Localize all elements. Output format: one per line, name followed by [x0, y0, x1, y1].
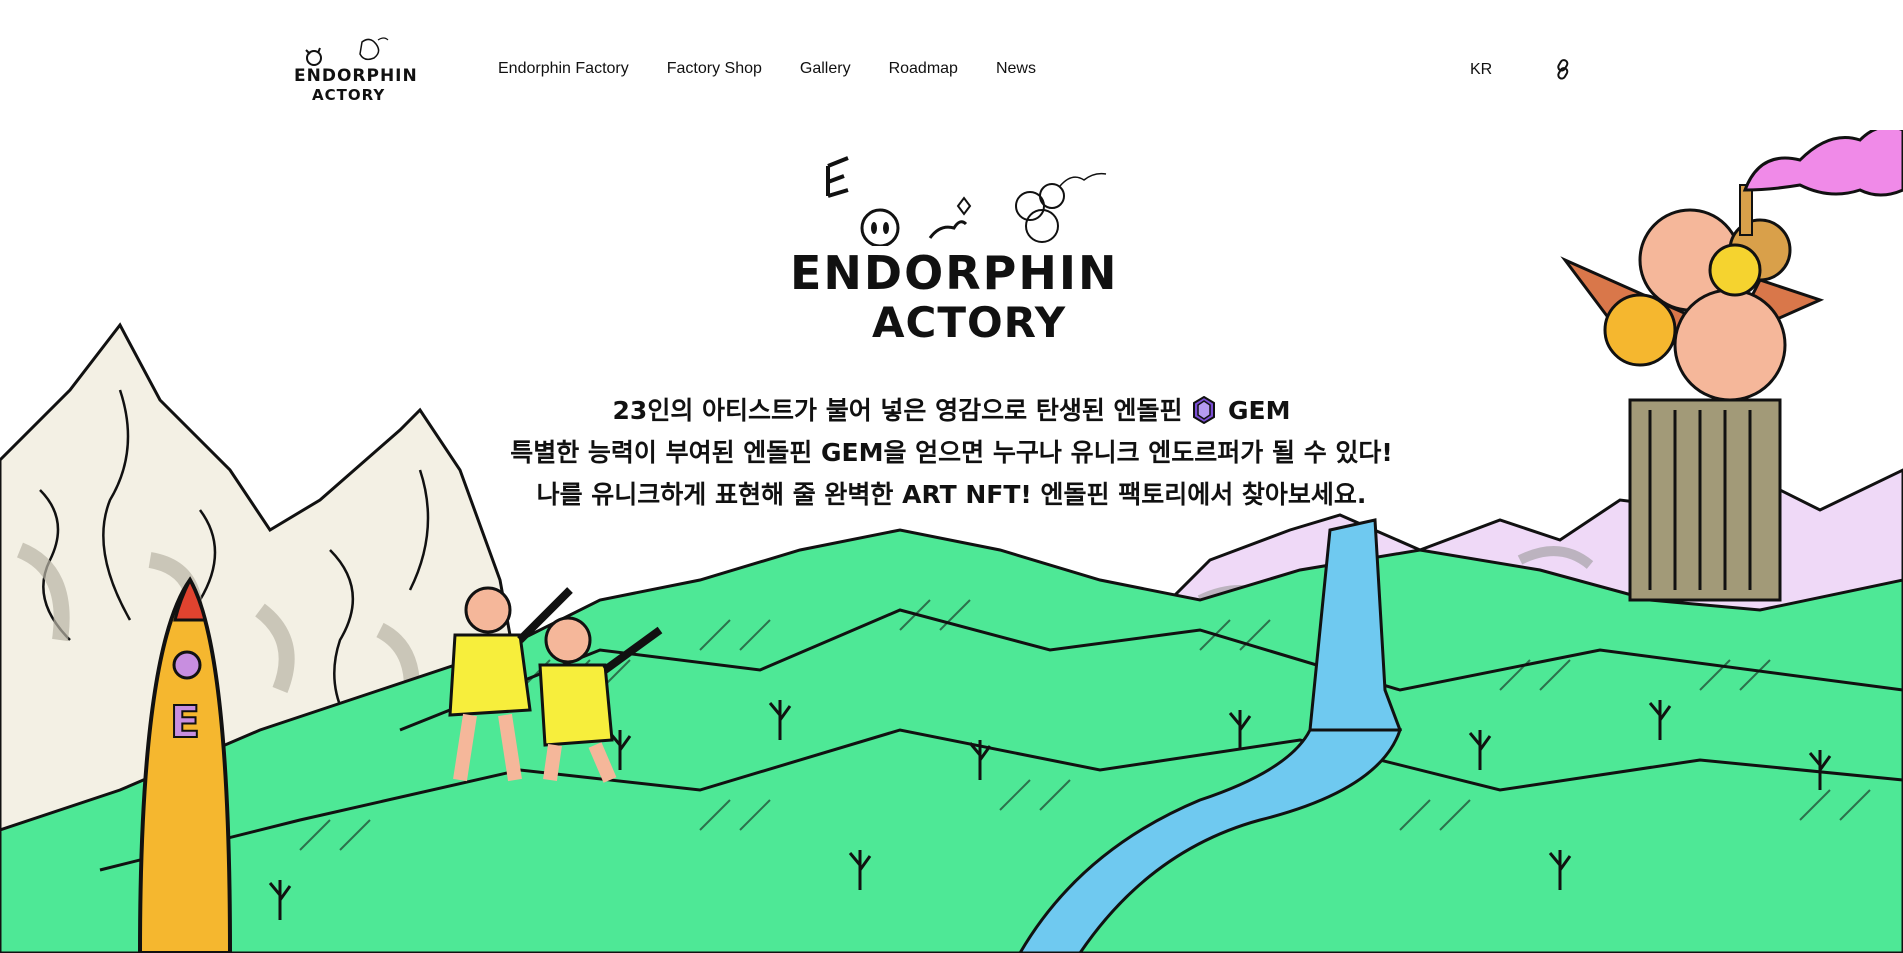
- nav-roadmap[interactable]: Roadmap: [889, 60, 958, 78]
- tagline-line3: 나를 유니크하게 표현해 줄 완벽한 ART NFT! 엔돌핀 팩토리에서 찾아…: [536, 480, 1367, 509]
- hero-tagline: 23인의 아티스트가 불어 넣은 영감으로 탄생된 엔돌핀 GEM 특별한 능력…: [0, 390, 1903, 516]
- site-header: ENDORPHIN ACTORY Endorphin Factory Facto…: [0, 0, 1903, 140]
- tagline-line1-text: 23인의 아티스트가 불어 넣은 영감으로 탄생된 엔돌핀: [612, 396, 1183, 425]
- logo-doodle-icon: [305, 37, 389, 66]
- hero-logo-line1: ENDORPHIN: [790, 246, 1119, 300]
- nav-factory-shop[interactable]: Factory Shop: [667, 60, 762, 78]
- nav-gallery[interactable]: Gallery: [800, 60, 851, 78]
- hero-logo: ENDORPHIN ACTORY: [780, 146, 1116, 356]
- gem-icon: [1193, 396, 1216, 424]
- logo-text-line1: ENDORPHIN: [294, 66, 418, 86]
- nav-endorphin-factory[interactable]: Endorphin Factory: [498, 60, 629, 78]
- smoke-plume: [1742, 130, 1903, 197]
- brand-logo[interactable]: ENDORPHIN ACTORY: [292, 36, 417, 106]
- hero-logo-line2: ACTORY: [872, 298, 1067, 347]
- tagline-line1: 23인의 아티스트가 불어 넣은 영감으로 탄생된 엔돌핀 GEM: [0, 390, 1903, 432]
- svg-text:E: E: [170, 697, 200, 748]
- hero-logo-doodle-icon: [826, 156, 1107, 248]
- tagline-gem-label: GEM: [1227, 396, 1291, 425]
- link-icon[interactable]: [1553, 59, 1573, 81]
- logo-text-line2: ACTORY: [312, 86, 386, 104]
- tagline-line2: 특별한 능력이 부여된 엔돌핀 GEM을 얻으면 누구나 유니크 엔도르퍼가 될…: [510, 438, 1393, 467]
- main-nav: Endorphin Factory Factory Shop Gallery R…: [498, 60, 1074, 78]
- language-toggle[interactable]: KR: [1470, 61, 1492, 79]
- nav-news[interactable]: News: [996, 60, 1036, 78]
